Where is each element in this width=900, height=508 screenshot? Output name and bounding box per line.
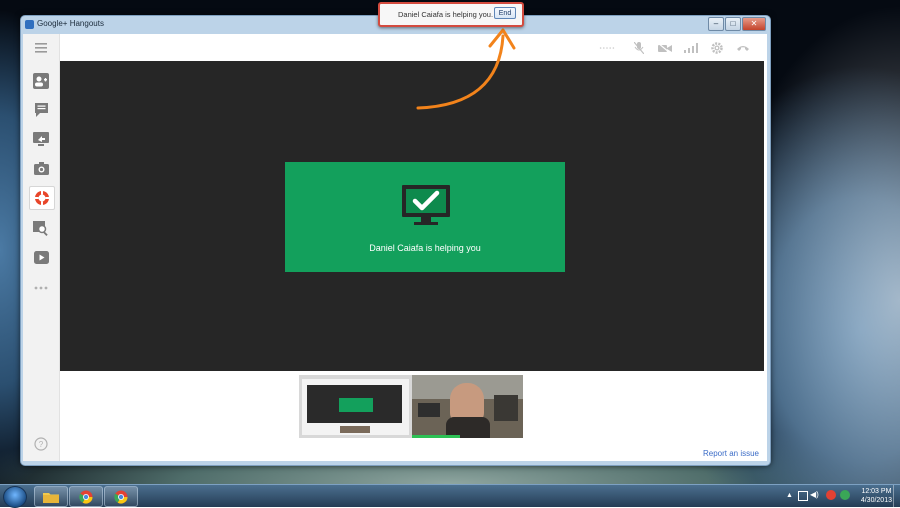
camera-icon[interactable]: [32, 159, 50, 177]
svg-text:?: ?: [39, 440, 44, 449]
mini-window: [302, 379, 409, 435]
speaking-indicator: [412, 435, 460, 438]
tray-network-icon[interactable]: [798, 491, 808, 501]
folder-icon: [43, 492, 59, 503]
helping-card: Daniel Caiafa is helping you: [285, 162, 565, 272]
tray-up-arrow-icon[interactable]: ▲: [786, 492, 793, 499]
image-search-icon[interactable]: [32, 219, 50, 237]
close-button[interactable]: ✕: [742, 17, 766, 31]
mini-stage: [307, 385, 402, 423]
hangout-client: ? Daniel Caiafa is helping you Report an…: [23, 34, 767, 461]
contacts-icon[interactable]: [32, 72, 50, 90]
taskbar-explorer[interactable]: [34, 486, 68, 507]
menu-icon[interactable]: [32, 39, 50, 57]
chrome-icon: [79, 490, 93, 503]
mini-helping-card: [339, 398, 373, 412]
dots-icon: [599, 42, 615, 54]
help-icon[interactable]: ?: [32, 435, 50, 453]
system-clock[interactable]: 12:03 PM 4/30/2013: [861, 487, 892, 505]
window-title: Google+ Hangouts: [37, 19, 104, 28]
taskbar-chrome-2[interactable]: [104, 486, 138, 507]
hang-up-icon[interactable]: [735, 42, 751, 54]
app-sidebar: ?: [23, 34, 60, 461]
notification-message: Daniel Caiafa is helping you.: [398, 10, 494, 19]
minimize-button[interactable]: –: [708, 17, 724, 31]
mute-mic-icon[interactable]: [631, 42, 647, 54]
filmstrip-remote-video[interactable]: [412, 375, 523, 438]
bandwidth-icon[interactable]: [683, 42, 699, 54]
end-session-button[interactable]: End: [494, 7, 516, 19]
monitor-check-icon: [402, 185, 450, 225]
screenshare-icon[interactable]: [32, 130, 50, 148]
tray-volume-icon[interactable]: ◀): [810, 490, 819, 499]
chat-icon[interactable]: [32, 101, 50, 119]
room-shelf: [494, 395, 518, 421]
app-icon: [25, 20, 34, 29]
mini-filmstrip: [340, 426, 370, 433]
camera-off-icon[interactable]: [657, 42, 673, 54]
maximize-button[interactable]: □: [725, 17, 741, 31]
more-apps-icon[interactable]: [32, 279, 50, 297]
youtube-icon[interactable]: [32, 248, 50, 266]
hangouts-window: Google+ Hangouts – □ ✕ ? Daniel Caiafa i…: [20, 15, 771, 466]
clock-time: 12:03 PM: [861, 488, 892, 495]
taskbar-chrome-1[interactable]: [69, 486, 103, 507]
remote-desktop-icon[interactable]: [29, 186, 55, 210]
filmstrip-shared-screen[interactable]: [299, 375, 412, 438]
settings-icon[interactable]: [709, 42, 725, 54]
clock-date: 4/30/2013: [860, 497, 892, 504]
chrome-icon: [114, 490, 128, 503]
show-desktop-button[interactable]: [893, 485, 900, 507]
helping-message: Daniel Caiafa is helping you: [369, 243, 481, 253]
tray-chrome-icon[interactable]: [826, 490, 836, 500]
tray-chrome-icon-2[interactable]: [840, 490, 850, 500]
taskbar: ▲ ◀) 12:03 PM 4/30/2013: [0, 484, 900, 508]
report-issue-link[interactable]: Report an issue: [703, 449, 759, 458]
helping-notification: Daniel Caiafa is helping you. End: [378, 2, 524, 27]
annotation-arrow: [416, 28, 516, 110]
room-monitor: [418, 403, 440, 417]
start-button[interactable]: [3, 486, 27, 508]
